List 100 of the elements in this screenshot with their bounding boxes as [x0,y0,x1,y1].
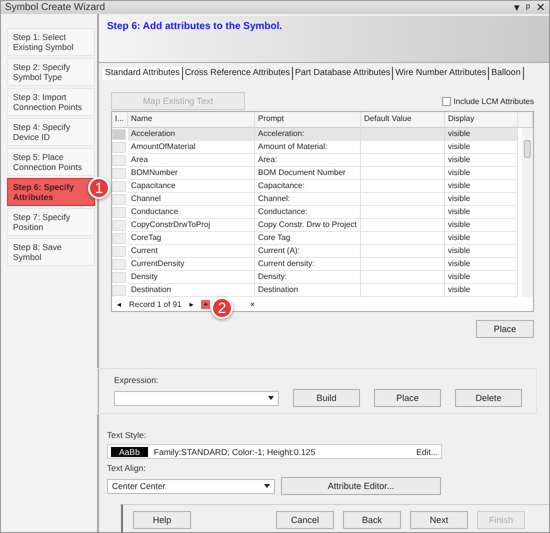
step-item[interactable]: Step 3: Import Connection Points [7,88,95,116]
attribute-tab[interactable]: Wire Number Attributes [393,67,490,80]
table-cell: visible [445,206,518,219]
table-cell: Acceleration: [255,128,361,141]
wizard-button[interactable]: Help [133,511,191,529]
scrollbar[interactable] [522,128,533,297]
attribute-tab[interactable]: Standard Attributes [103,67,183,80]
column-header[interactable]: Prompt [255,112,361,128]
window-control[interactable]: ✕ [536,1,545,14]
caret-icon [268,396,274,400]
attribute-tab[interactable]: Cross Reference Attributes [182,67,293,80]
table-cell: Conductance: [255,206,361,219]
table-cell: CoreTag [128,232,255,245]
row-indicator[interactable] [112,168,126,179]
table-cell: Area: [255,154,361,167]
table-cell: visible [445,167,518,180]
place-button[interactable]: Place [476,320,534,338]
table-cell: Capacitance: [255,180,361,193]
row-indicator[interactable] [112,207,126,218]
table-cell: Core Tag [255,232,361,245]
wizard-button[interactable]: Back [343,511,401,529]
table-cell: Density: [255,271,361,284]
table-cell: visible [445,271,518,284]
table-cell: visible [445,284,518,297]
expression-button[interactable]: Place [374,389,441,407]
window-control[interactable]: ᵖ [526,1,530,14]
table-cell: Current (A): [255,245,361,258]
wizard-button[interactable]: Next [410,511,468,529]
table-cell: visible [445,128,518,141]
row-indicator[interactable] [112,181,126,192]
step-header: Step 6: Add attributes to the Symbol. [99,16,549,63]
text-style-field[interactable]: AaBb Family:STANDARD; Color:-1; Height:0.125 Edit... [107,444,442,459]
row-indicator[interactable] [112,194,126,205]
expression-button[interactable]: Build [293,389,360,407]
table-cell: Capacitance [128,180,255,193]
row-indicator[interactable] [112,129,126,140]
step-item[interactable]: Step 6: Specify Attributes [7,178,95,206]
callout-badge: 1 [88,177,110,199]
window-control[interactable]: ▾ [514,1,520,14]
table-cell: Current density: [255,258,361,271]
step-item[interactable]: Step 7: Specify Position [7,208,95,236]
step-item[interactable]: Step 8: Save Symbol [7,238,95,266]
step-item[interactable]: Step 5: Place Connection Points [7,148,95,176]
record-count: Record 1 of 91 [129,300,182,308]
row-indicator[interactable] [112,272,126,283]
expression-button[interactable]: Delete [455,389,522,407]
row-indicator[interactable] [112,259,126,270]
table-cell: Current [128,245,255,258]
table-cell: CurrentDensity [128,258,255,271]
caret-icon [264,484,270,488]
checkbox-label: Include LCM Attributes [454,96,534,106]
table-cell: Destination [255,284,361,297]
step-item[interactable]: Step 4: Specify Device ID [7,118,95,146]
row-indicator[interactable] [112,142,126,153]
table-cell: Acceleration [128,128,255,141]
column-header[interactable]: I... [112,112,128,128]
column-header[interactable]: Name [128,112,255,128]
attribute-tab[interactable]: Part Database Attributes [292,67,394,80]
table-cell: visible [445,245,518,258]
table-cell: visible [445,258,518,271]
table-cell: visible [445,193,518,206]
step-item[interactable]: Step 2: Specify Symbol Type [7,58,95,86]
table-cell: Channel [128,193,255,206]
row-indicator[interactable] [112,155,126,166]
table-cell: visible [445,219,518,232]
table-cell: Area [128,154,255,167]
checkbox[interactable] [442,96,451,106]
style-value: Family:STANDARD; Color:-1; Height:0.125 [154,446,316,456]
attribute-tab[interactable]: Balloon [489,67,524,80]
text-style-label: Text Style: [107,430,148,440]
table-cell: Channel: [255,193,361,206]
expression-dropdown[interactable] [114,390,279,406]
table-cell: Copy Constr. Drw to Project [255,219,361,232]
row-indicator[interactable] [112,246,126,257]
window-title: Symbol Create Wizard [5,2,106,13]
add-button[interactable]: + [201,300,210,308]
table-cell: visible [445,141,518,154]
text-align-dropdown[interactable]: Center Center [107,478,275,494]
row-indicator[interactable] [112,220,126,231]
expression-label: Expression: [114,375,160,385]
column-header[interactable]: Display [445,112,518,128]
style-sample: AaBb [111,446,148,456]
table-cell: Destination [128,284,255,297]
table-cell: Conductance [128,206,255,219]
table-cell: CopyConstrDrwToProj [128,219,255,232]
delete-button[interactable]: × [248,300,257,308]
wizard-button[interactable]: Cancel [276,511,334,529]
column-header[interactable]: Default Value [361,112,445,128]
table-cell: Amount of Material: [255,141,361,154]
row-indicator[interactable] [112,285,126,296]
previous-button[interactable]: ◂ [115,300,123,308]
next-button[interactable]: ▸ [187,300,196,308]
attribute-editor-button[interactable]: Attribute Editor... [281,477,441,495]
table-cell: visible [445,232,518,245]
step-item[interactable]: Step 1: Select Existing Symbol [7,28,95,56]
text-align-label: Text Align: [107,463,147,473]
edit-link[interactable]: Edit... [416,446,438,456]
row-indicator[interactable] [112,233,126,244]
table-cell: visible [445,154,518,167]
table-cell: AmountOfMaterial [128,141,255,154]
